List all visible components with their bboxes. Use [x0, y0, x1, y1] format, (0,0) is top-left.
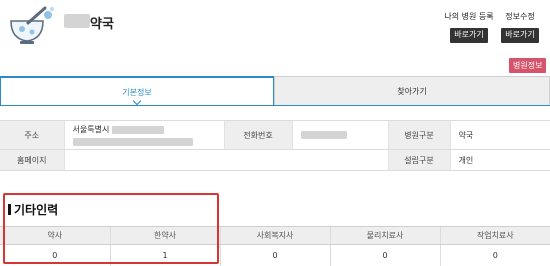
address-redacted-line2: [72, 138, 193, 146]
basic-info-table: 주소 서울특별시 전화번호 병원구분 약국 홈페이지 설립구분 개인: [0, 120, 550, 171]
mortar-pestle-icon: [10, 6, 54, 44]
info-row-homepage: 홈페이지 설립구분 개인: [0, 149, 550, 171]
tab-underline: [0, 105, 550, 106]
register-hospital-button[interactable]: 바로가기: [450, 28, 488, 43]
staff-col-occupational-therapist: 작업치료사: [439, 226, 550, 245]
edit-info-label: 정보수정: [505, 12, 535, 21]
register-hospital-group: 나의 병원 등록 바로가기: [441, 11, 497, 43]
pharmacy-name: 약국: [90, 17, 114, 32]
info-row-address: 주소 서울특별시 전화번호 병원구분 약국: [0, 120, 550, 150]
phone-redacted: [300, 131, 347, 139]
staff-col-physical-therapist: 물리치료사: [329, 226, 440, 245]
staff-count-occupational-therapist: 0: [439, 244, 550, 266]
address-label: 주소: [0, 120, 64, 150]
chevron-down-icon: [132, 96, 142, 106]
homepage-label: 홈페이지: [0, 149, 64, 171]
phone-value: [291, 120, 388, 150]
register-hospital-label: 나의 병원 등록: [444, 12, 494, 21]
type-label: 병원구분: [387, 120, 450, 150]
edit-info-button[interactable]: 바로가기: [501, 28, 539, 43]
tab-basic-info[interactable]: 기본정보: [0, 76, 274, 106]
hospital-info-badge[interactable]: 병원정보: [509, 58, 547, 73]
establishment-label: 설립구분: [387, 149, 450, 171]
staff-count-physical-therapist: 0: [329, 244, 440, 266]
tab-bar: 기본정보 찾아가기: [0, 76, 550, 106]
phone-label: 전화번호: [223, 120, 292, 150]
type-value: 약국: [449, 120, 550, 150]
staff-count-social-worker: 0: [219, 244, 330, 266]
edit-info-group: 정보수정 바로가기: [497, 11, 543, 43]
highlight-box: [3, 193, 219, 264]
tab-directions[interactable]: 찾아가기: [274, 76, 550, 106]
establishment-value: 개인: [449, 149, 550, 171]
address-text: 서울특별시: [72, 125, 110, 134]
homepage-value[interactable]: [63, 149, 388, 171]
tab-directions-label: 찾아가기: [397, 87, 427, 96]
pharmacy-name-redacted: [64, 14, 90, 28]
staff-col-social-worker: 사회복지사: [219, 226, 330, 245]
address-value: 서울특별시: [63, 120, 224, 150]
address-redacted: [111, 125, 164, 134]
page-header: 약국 나의 병원 등록 바로가기 정보수정 바로가기: [0, 0, 550, 50]
